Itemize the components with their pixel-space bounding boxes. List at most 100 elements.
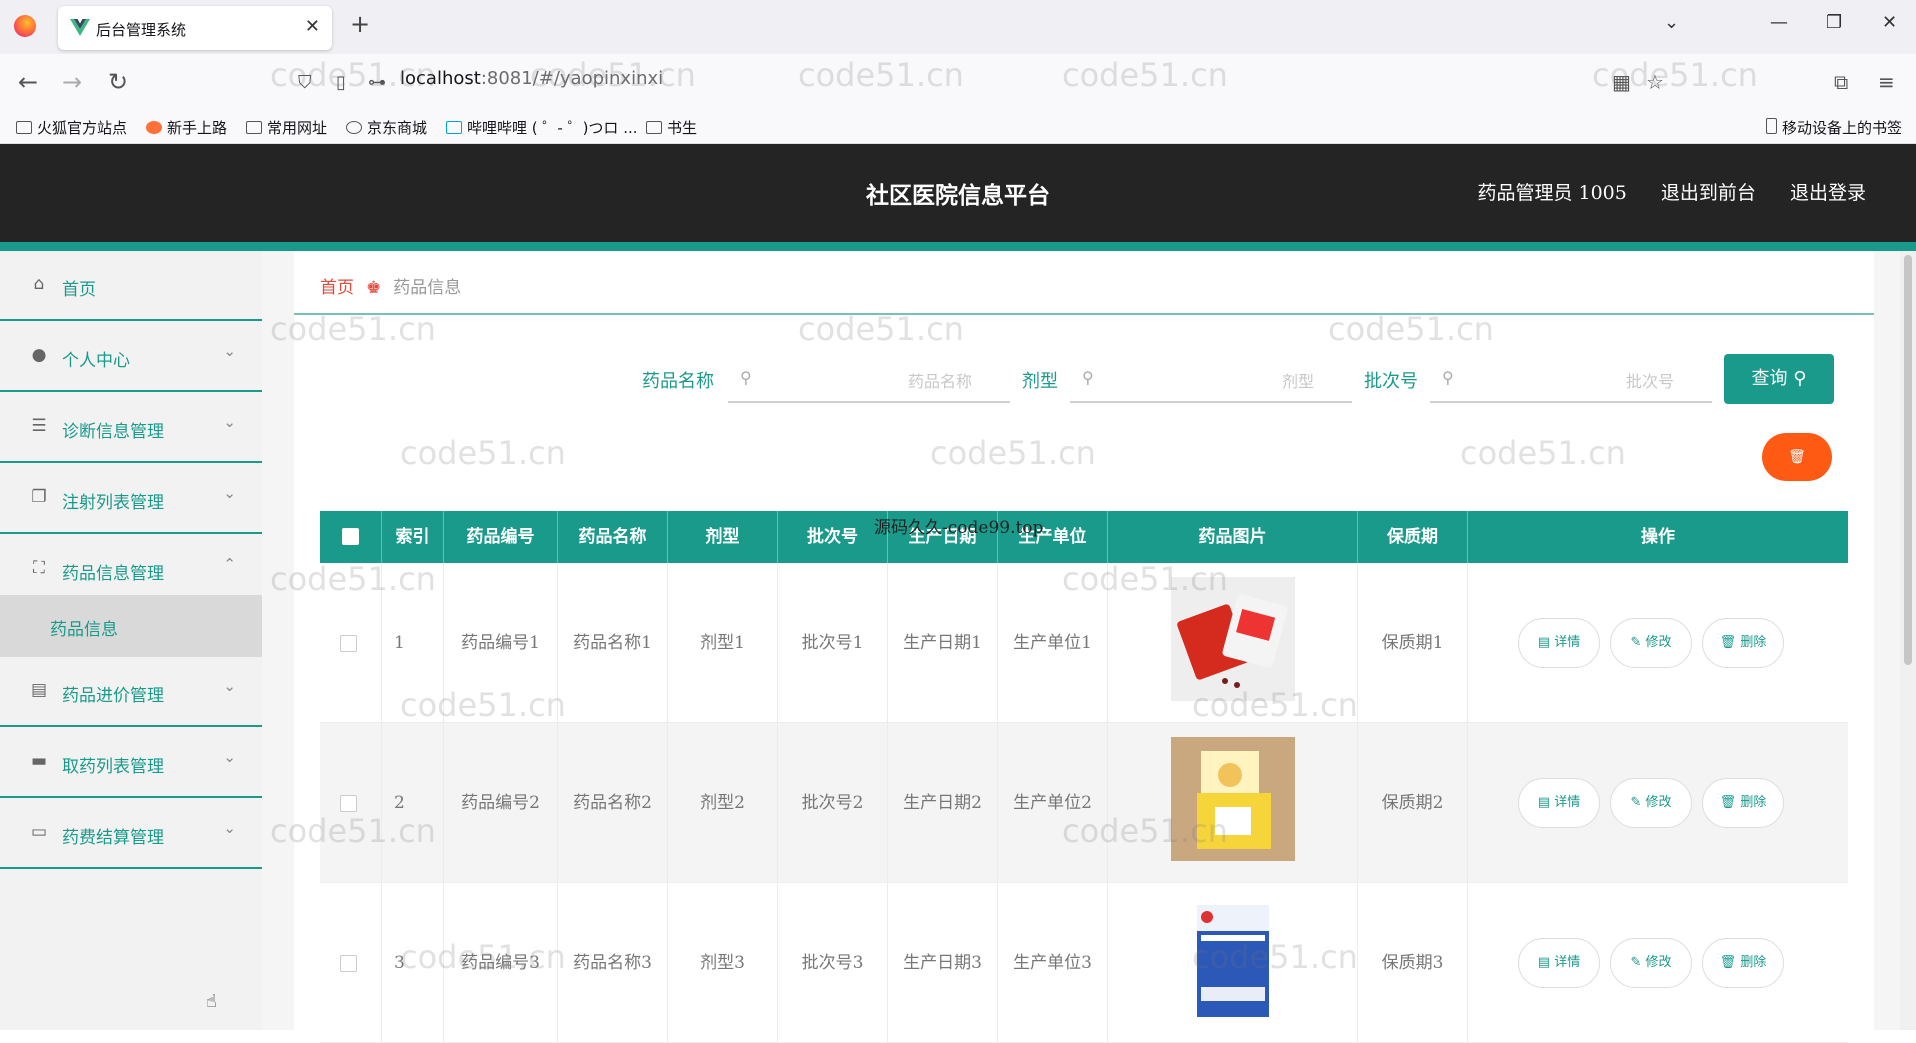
current-user: 药品管理员 1005 [1477,182,1627,204]
cell-name: 药品名称3 [558,883,668,1043]
reload-icon[interactable]: ↻ [108,68,128,96]
globe-icon [346,121,362,134]
briefcase-icon: ▬ [30,751,48,771]
sidebar-item-diagnosis[interactable]: ☰ 诊断信息管理 ⌄ [0,393,262,463]
cell-code: 药品编号1 [444,563,558,723]
column-header: 药品图片 [1108,511,1358,563]
page-scrollbar[interactable] [1900,251,1916,1030]
cell-image [1108,883,1358,1043]
mobile-bookmarks[interactable]: 移动设备上的书签 [1766,117,1902,138]
sidebar-item-label: 取药列表管理 [62,757,164,777]
column-header: 剂型 [668,511,778,563]
sidebar-item-billing[interactable]: ▭ 药费结算管理 ⌄ [0,799,262,869]
batch-no-input[interactable]: ⚲ 批次号 [1430,353,1712,403]
restore-icon[interactable]: ❐ [1826,12,1842,33]
new-tab-icon[interactable]: + [350,10,370,38]
cell-date: 生产日期2 [888,723,998,883]
cell-code: 药品编号3 [444,883,558,1043]
batch-delete-button[interactable]: 🗑 [1762,433,1832,481]
url-host: localhost [400,68,481,89]
extensions-icon[interactable]: ⧉ [1834,70,1848,94]
bookmark-item[interactable]: 常用网址 [246,117,327,138]
exit-to-front-link[interactable]: 退出到前台 [1661,182,1756,204]
firefox-icon[interactable] [14,15,36,37]
cell-index: 3 [382,883,444,1043]
detail-button[interactable]: ▤ 详情 [1518,938,1600,988]
qr-icon[interactable]: ▦ [1612,70,1631,94]
sidebar-item-purchase-price[interactable]: ▤ 药品进价管理 ⌄ [0,657,262,727]
mouse-cursor-icon: ☝ [206,991,217,1012]
menu-icon[interactable]: ≡ [1878,70,1895,94]
delete-button[interactable]: 🗑 删除 [1702,618,1784,668]
edit-button[interactable]: ✎ 修改 [1610,618,1692,668]
row-checkbox[interactable] [340,795,357,812]
sidebar-item-label: 首页 [62,280,96,300]
bookmark-item[interactable]: 京东商城 [346,117,427,138]
browser-tab[interactable]: 后台管理系统 ✕ [58,6,332,50]
row-checkbox[interactable] [340,635,357,652]
row-select-cell [320,563,382,723]
bookmarks-bar: 火狐官方站点 新手上路 常用网址 京东商城 哔哩哔哩 ( ゜- ゜)つロ ...… [0,110,1916,144]
sidebar-item-home[interactable]: ⌂ 首页 [0,251,262,321]
cell-index: 1 [382,563,444,723]
edit-button[interactable]: ✎ 修改 [1610,938,1692,988]
logout-link[interactable]: 退出登录 [1790,182,1866,204]
cell-date: 生产日期3 [888,883,998,1043]
folder-icon [246,121,262,134]
sidebar-item-injection[interactable]: ❐ 注射列表管理 ⌄ [0,464,262,534]
cell-date: 生产日期1 [888,563,998,723]
edit-button[interactable]: ✎ 修改 [1610,778,1692,828]
forward-icon[interactable]: → [62,68,82,96]
overlay-text: 源码久久-code99.top [874,518,1044,538]
bookmark-item[interactable]: 火狐官方站点 [16,117,127,138]
bookmark-item[interactable]: 哔哩哔哩 ( ゜- ゜)つロ ... [446,117,638,138]
dosage-form-input[interactable]: ⚲ 剂型 [1070,353,1352,403]
detail-button[interactable]: ▤ 详情 [1518,618,1600,668]
sidebar-item-label: 药品进价管理 [62,686,164,706]
search-icon: ⚲ [1082,368,1094,387]
minimize-icon[interactable]: — [1770,12,1788,33]
column-header: 批次号 [778,511,888,563]
tab-list-icon[interactable]: ⌄ [1664,12,1679,33]
drug-name-input[interactable]: ⚲ 药品名称 [728,353,1010,403]
shield-icon[interactable]: ⛉ [298,72,312,93]
sidebar-subitem-drug-info[interactable]: 药品信息 [0,595,262,657]
vue-icon [70,19,90,36]
close-tab-icon[interactable]: ✕ [305,16,320,37]
cell-shelf-life: 保质期2 [1358,723,1468,883]
main-area: 首页 ♚ 药品信息 药品名称 ⚲ 药品名称 剂型 ⚲ 剂型 批次号 ⚲ 批次号 查询… [262,251,1916,1043]
chevron-down-icon: ⌄ [223,677,236,695]
breadcrumb-home[interactable]: 首页 [320,278,354,298]
header-actions: 药品管理员 1005 退出到前台 退出登录 [1449,178,1866,205]
cell-name: 药品名称1 [558,563,668,723]
browser-navbar: ← → ↻ ⛉ ▯ ⊶ localhost:8081/#/yaopinxinxi… [0,54,1916,110]
sidebar-item-profile[interactable]: ● 个人中心 ⌄ [0,322,262,392]
query-button[interactable]: 查询 ⚲ [1724,354,1834,404]
cell-actions: ▤ 详情 ✎ 修改 🗑 删除 [1468,563,1848,723]
delete-button[interactable]: 🗑 删除 [1702,778,1784,828]
select-all-checkbox[interactable] [342,528,359,545]
detail-button[interactable]: ▤ 详情 [1518,778,1600,828]
close-window-icon[interactable]: ✕ [1882,12,1897,33]
star-icon[interactable]: ☆ [1646,70,1664,94]
page-icon[interactable]: ▯ [336,72,346,93]
back-icon[interactable]: ← [18,68,38,96]
browser-tabbar: 后台管理系统 ✕ + ⌄ — ❐ ✕ [0,0,1916,54]
bookmark-item[interactable]: 书生 [646,117,697,138]
cell-shelf-life: 保质期1 [1358,563,1468,723]
key-icon[interactable]: ⊶ [368,72,386,93]
cell-index: 2 [382,723,444,883]
bookmark-item[interactable]: 新手上路 [146,117,227,138]
cell-batch: 批次号2 [778,723,888,883]
url-bar[interactable]: localhost:8081/#/yaopinxinxi [400,68,663,89]
chevron-down-icon: ⌄ [223,819,236,837]
cell-shelf-life: 保质期3 [1358,883,1468,1043]
row-checkbox[interactable] [340,955,357,972]
firefox-icon [146,121,162,134]
delete-button[interactable]: 🗑 删除 [1702,938,1784,988]
copy-icon: ❐ [31,487,47,507]
sidebar-item-pickup[interactable]: ▬ 取药列表管理 ⌄ [0,728,262,798]
scrollbar-thumb[interactable] [1904,255,1912,665]
sidebar-item-label: 药品信息管理 [62,564,164,584]
folder-icon [16,121,32,134]
